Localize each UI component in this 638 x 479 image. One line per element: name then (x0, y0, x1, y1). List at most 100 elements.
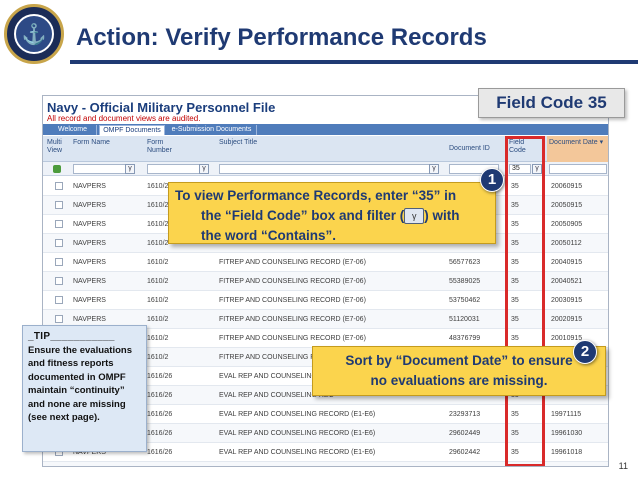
field-code-highlight (505, 136, 545, 466)
add-icon[interactable] (53, 165, 61, 173)
step2-line1: Sort by “Document Date” to ensure (345, 353, 573, 368)
filter-icon[interactable]: γ (125, 164, 135, 174)
step1-line2-end: ) with (424, 208, 460, 223)
document-id-cell: 55389025 (449, 278, 481, 285)
subject-title-cell: EVAL REP AND COUNSELING RECORD (E1-E6) (219, 449, 376, 456)
document-date-cell: 20020915 (551, 316, 583, 323)
title-divider (70, 60, 638, 64)
form-number-cell: 1610/2 (147, 259, 169, 266)
row-checkbox[interactable] (55, 296, 63, 304)
step2-badge: 2 (573, 340, 597, 364)
form-number-cell: 1610/2 (147, 240, 169, 247)
form-number-cell: 1610/2 (147, 335, 169, 342)
form-number-cell: 1610/2 (147, 354, 169, 361)
document-id-cell: 23293713 (449, 411, 481, 418)
app-title: Navy - Official Military Personnel File (47, 100, 276, 115)
tip-box: _TIP___________ Ensure the evaluations a… (22, 325, 147, 452)
form-number-cell: 1610/2 (147, 316, 169, 323)
form-number-cell: 1616/26 (147, 449, 173, 456)
document-id-cell: 56577623 (449, 259, 481, 266)
filter-icon: γ (404, 208, 425, 225)
column-document-id[interactable]: Document ID (449, 145, 499, 153)
column-form-number[interactable]: Form Number (147, 139, 187, 155)
page-number: 11 (618, 461, 628, 471)
tip-line: and fitness reports (28, 358, 114, 369)
slide-title: Action: Verify Performance Records (76, 24, 487, 51)
tab-bar: Welcome OMPF Documents e-Submission Docu… (43, 124, 608, 135)
document-id-cell: 53750462 (449, 297, 481, 304)
filter-icon[interactable]: γ (199, 164, 209, 174)
document-date-cell: 19961018 (551, 449, 583, 456)
form-number-cell: 1616/26 (147, 373, 173, 380)
document-date-cell: 19961030 (551, 430, 583, 437)
form-number-cell: 1610/2 (147, 297, 169, 304)
form-name-cell: NAVPERS (73, 240, 106, 247)
subject-title-cell: EVAL REP AND COUNSELING RECORD (E1-E6) (219, 430, 376, 437)
step1-line1: To view Performance Records, enter “35” … (175, 188, 457, 203)
subject-title-cell: FITREP AND COUNSELING RECORD (E7-06) (219, 335, 366, 342)
subject-title-cell: FITREP AND COUNSELING RECORD (E7-06) (219, 297, 366, 304)
tab-ompf-documents[interactable]: OMPF Documents (99, 125, 165, 135)
navy-seal-icon: ⚓ (4, 4, 64, 64)
subject-title-cell: FITREP AND COUNSELING RECORD (E7-06) (219, 316, 366, 323)
form-name-cell: NAVPERS (73, 221, 106, 228)
document-date-cell: 20030915 (551, 297, 583, 304)
document-date-cell: 20040521 (551, 278, 583, 285)
tip-line: documented in OMPF (28, 371, 126, 383)
subject-title-cell: FITREP AND COUNSELING RECORD (E7-06) (219, 278, 366, 285)
step1-line2: the “Field Code” box and filter (γ) with (175, 206, 489, 226)
form-name-cell: NAVPERS (73, 183, 106, 190)
form-number-filter-input[interactable] (147, 164, 207, 174)
column-form-name[interactable]: Form Name (73, 139, 113, 147)
row-checkbox[interactable] (55, 239, 63, 247)
audit-notice: All record and document views are audite… (47, 114, 201, 123)
form-number-cell: 1610/2 (147, 221, 169, 228)
tip-line: and none are missing (28, 398, 126, 410)
document-date-cell: 20060915 (551, 183, 583, 190)
subject-title-cell: FITREP AND COUNSELING RECORD (E7-06) (219, 259, 366, 266)
form-number-cell: 1610/2 (147, 183, 169, 190)
form-name-cell: NAVPERS (73, 278, 106, 285)
form-name-cell: NAVPERS (73, 297, 106, 304)
document-date-cell: 20050905 (551, 221, 583, 228)
column-document-date[interactable]: Document Date ▾ (547, 136, 608, 162)
subject-title-cell: EVAL REP AND COUNSELING RECORD (E1-E6) (219, 411, 376, 418)
tip-line: Ensure the evaluations (28, 344, 133, 356)
row-checkbox[interactable] (55, 220, 63, 228)
form-number-cell: 1610/2 (147, 278, 169, 285)
step2-line2: no evaluations are missing. (370, 373, 548, 388)
document-id-cell: 48376799 (449, 335, 481, 342)
column-subject-title[interactable]: Subject Title (219, 139, 279, 147)
form-name-filter-input[interactable] (73, 164, 133, 174)
step1-line3: the word “Contains”. (201, 228, 336, 243)
row-checkbox[interactable] (55, 258, 63, 266)
row-checkbox[interactable] (55, 201, 63, 209)
tab-welcome[interactable]: Welcome (49, 125, 97, 135)
form-number-cell: 1616/26 (147, 392, 173, 399)
form-name-cell: NAVPERS (73, 202, 106, 209)
document-id-cell: 51120031 (449, 316, 480, 323)
tab-e-submission-documents[interactable]: e-Submission Documents (167, 125, 257, 135)
document-id-cell: 29602449 (449, 430, 481, 437)
document-date-cell: 20040915 (551, 259, 583, 266)
row-checkbox[interactable] (55, 277, 63, 285)
document-date-cell: 19971115 (551, 411, 582, 418)
form-number-cell: 1616/26 (147, 411, 173, 418)
column-multi-view[interactable]: Multi View (47, 139, 69, 155)
subject-title-filter-input[interactable] (219, 164, 439, 174)
form-name-cell: NAVPERS (73, 316, 106, 323)
document-date-filter-input[interactable] (549, 164, 607, 174)
tip-heading: _TIP___________ (28, 331, 115, 342)
step1-callout: To view Performance Records, enter “35” … (168, 182, 496, 244)
step1-line2-start: the “Field Code” box and filter ( (201, 208, 405, 223)
field-code-label: Field Code 35 (478, 88, 625, 118)
form-number-cell: 1610/2 (147, 202, 169, 209)
row-checkbox[interactable] (55, 182, 63, 190)
document-date-cell: 20050915 (551, 202, 583, 209)
document-date-cell: 20050112 (551, 240, 582, 247)
step1-badge: 1 (480, 168, 504, 192)
row-checkbox[interactable] (55, 315, 63, 323)
filter-icon[interactable]: γ (429, 164, 439, 174)
tip-line: maintain “continuity” (28, 385, 125, 396)
form-name-cell: NAVPERS (73, 259, 106, 266)
